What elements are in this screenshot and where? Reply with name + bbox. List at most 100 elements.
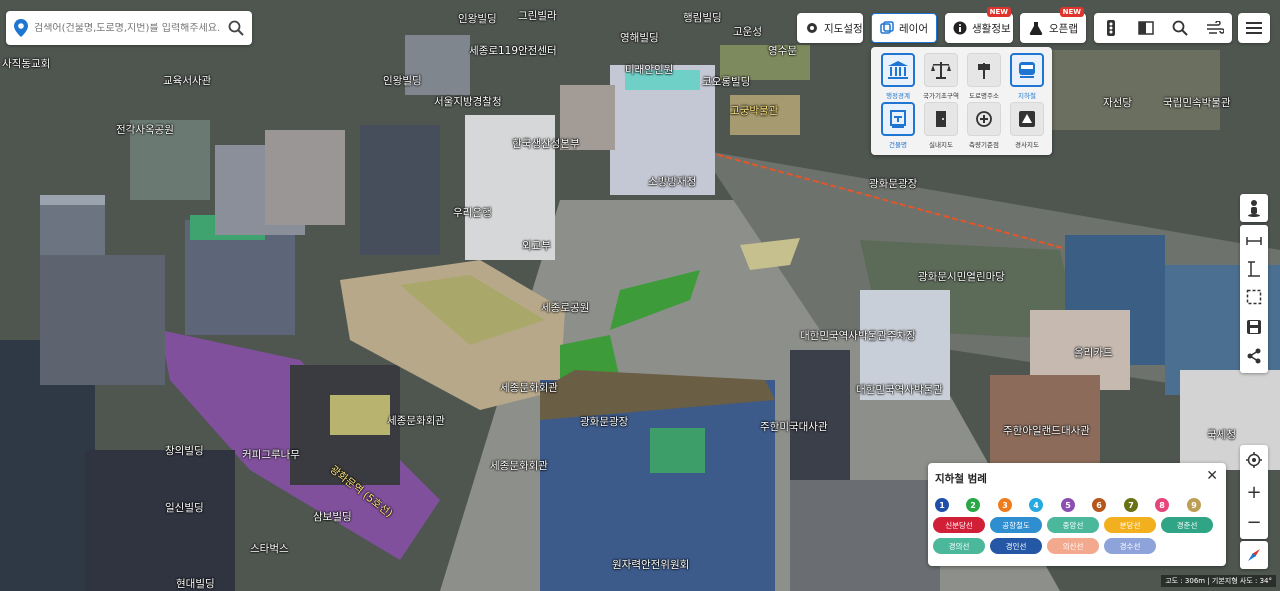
signpost-icon — [978, 63, 990, 79]
openapi-button[interactable]: 오픈랩 NEW — [1020, 7, 1086, 43]
line-8-badge: 8 — [1155, 498, 1169, 512]
zoom-out-icon[interactable]: − — [1240, 507, 1268, 537]
line-pill: 신분당선 — [933, 517, 985, 533]
layer-panel: 행정경계 국가기초구역 도로명주소 지하철 건물명 실내지도 측량기준점 경사지… — [871, 47, 1052, 155]
search-input[interactable] — [34, 22, 228, 34]
line-pill: 경춘선 — [1161, 517, 1213, 533]
map-label: 행림빌딩 — [683, 12, 722, 24]
map-label: 고궁박물관 — [730, 105, 779, 117]
crosshair-icon — [976, 111, 992, 127]
info-icon — [953, 19, 967, 37]
share-icon[interactable] — [1240, 342, 1268, 370]
map-label: 외교부 — [522, 240, 551, 252]
map-label: 국세청 — [1207, 429, 1236, 441]
distance-measure-icon[interactable] — [1240, 227, 1268, 255]
save-icon[interactable] — [1240, 313, 1268, 341]
line-pill: 분당선 — [1104, 517, 1156, 533]
map-label: 세종로공원 — [541, 302, 590, 314]
layer-building-name[interactable]: 건물명 — [879, 102, 917, 149]
map-label: 그린빌라 — [518, 10, 557, 22]
scale-icon — [931, 62, 951, 79]
line-pill: 경인선 — [990, 538, 1042, 554]
map-label: 창의빌딩 — [165, 445, 204, 457]
layer-slope-map[interactable]: 경사지도 — [1008, 102, 1046, 149]
line-pill: 공항철도 — [990, 517, 1042, 533]
line-4-badge: 4 — [1029, 498, 1043, 512]
map-tools-group — [1094, 13, 1232, 43]
map-label: 인왕빌딩 — [383, 75, 422, 87]
map-label: 삼보빌딩 — [313, 511, 352, 523]
line-5-badge: 5 — [1061, 498, 1075, 512]
life-info-button[interactable]: 생활정보 NEW — [945, 7, 1013, 43]
layers-label: 레이어 — [899, 22, 928, 35]
map-label: 국립민속박물관 — [1163, 97, 1231, 109]
map-settings-button[interactable]: 지도설정 — [797, 13, 863, 43]
line-6-badge: 6 — [1092, 498, 1106, 512]
compass-button[interactable] — [1240, 541, 1268, 569]
layer-label: 도로명주소 — [969, 92, 999, 100]
layers-button[interactable]: 레이어 — [871, 13, 937, 43]
close-icon[interactable]: ✕ — [1206, 468, 1218, 484]
area-measure-icon[interactable] — [1240, 283, 1268, 311]
map-label: 광화문광장 — [869, 178, 918, 190]
map-label: 소방방재청 — [648, 176, 697, 188]
line-pill: 중앙선 — [1047, 517, 1099, 533]
search-bar — [6, 11, 252, 45]
line-3-badge: 3 — [998, 498, 1012, 512]
location-pin-icon — [14, 19, 28, 37]
subway-legend: 지하철 범례 ✕ 1 2 3 4 5 6 7 8 9 신분당선 공항철도 중앙선… — [928, 463, 1226, 566]
flask-icon — [1028, 19, 1044, 37]
split-view-icon[interactable] — [1135, 17, 1157, 39]
street-view-button[interactable] — [1240, 194, 1268, 222]
map-label: 미래안인원 — [625, 64, 674, 76]
map-label: 자선당 — [1103, 97, 1132, 109]
layer-label: 국가기초구역 — [923, 92, 959, 100]
map-label: 세종문화회관 — [500, 382, 558, 394]
hamburger-icon — [1246, 22, 1262, 34]
line-pill: 경의선 — [933, 538, 985, 554]
weather-icon[interactable] — [1204, 17, 1226, 39]
line-pill: 의신선 — [1047, 538, 1099, 554]
line-pill: 경수선 — [1104, 538, 1156, 554]
legend-title: 지하철 범례 — [935, 473, 987, 485]
line-9-badge: 9 — [1187, 498, 1201, 512]
layer-indoor-map[interactable]: 실내지도 — [922, 102, 960, 149]
line-7-badge: 7 — [1124, 498, 1138, 512]
life-info-label: 생활정보 — [972, 22, 1011, 35]
map-label: 대한민국역사박물관 — [856, 384, 943, 396]
gear-icon — [805, 19, 819, 37]
map-settings-label: 지도설정 — [824, 22, 863, 35]
map-label: 광화문시민열린마당 — [918, 271, 1005, 283]
map-label: 영해빌딩 — [620, 32, 659, 44]
search-icon[interactable] — [228, 20, 244, 36]
compass-icon — [1248, 549, 1260, 561]
layers-icon — [880, 19, 894, 37]
map-label: 광화문광장 — [580, 416, 629, 428]
map-label: 주한미국대사관 — [760, 421, 828, 433]
locate-icon[interactable] — [1240, 445, 1268, 475]
map-label: 주한아일랜드대사관 — [1003, 425, 1090, 437]
layer-basic-zone[interactable]: 국가기초구역 — [922, 53, 960, 100]
slope-icon — [1019, 111, 1035, 127]
layer-label: 측량기준점 — [969, 141, 999, 149]
layer-road-address[interactable]: 도로명주소 — [965, 53, 1003, 100]
map-label: 세종문화회관 — [387, 415, 445, 427]
map-label: 전각사옥공원 — [116, 124, 174, 136]
layer-admin-boundary[interactable]: 행정경계 — [879, 53, 917, 100]
map-label: 스타벅스 — [250, 543, 289, 555]
line-1-badge: 1 — [935, 498, 949, 512]
map-label: 세종문화회관 — [490, 460, 548, 472]
zoom-in-icon[interactable]: + — [1240, 477, 1268, 507]
layer-label: 건물명 — [889, 141, 907, 149]
zoom-search-icon[interactable] — [1169, 17, 1191, 39]
openapi-label: 오픈랩 — [1049, 22, 1078, 35]
traffic-icon[interactable] — [1100, 17, 1122, 39]
government-building-icon — [888, 61, 908, 79]
map-label: 올리카드 — [1074, 347, 1113, 359]
layer-label: 행정경계 — [886, 92, 910, 100]
layer-subway[interactable]: 지하철 — [1008, 53, 1046, 100]
menu-button[interactable] — [1238, 13, 1270, 43]
map-label: 고운성 — [733, 26, 762, 38]
height-measure-icon[interactable] — [1240, 255, 1268, 283]
layer-survey-point[interactable]: 측량기준점 — [965, 102, 1003, 149]
